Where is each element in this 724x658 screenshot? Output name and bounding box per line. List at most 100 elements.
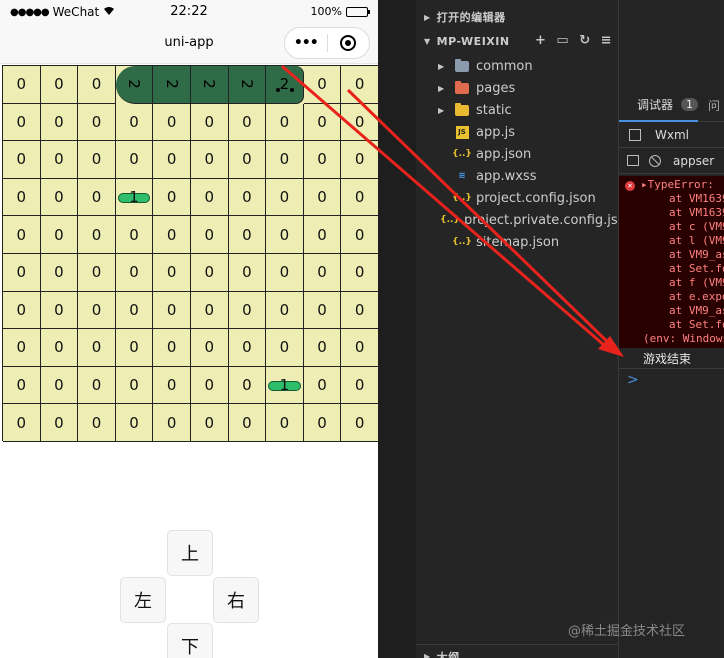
cell-value: 0 [354,75,365,94]
sidebar-toggle-icon[interactable] [627,155,639,166]
grid-cell: 0 [341,141,378,179]
expanded-arrow-icon: ▼ [424,36,431,46]
cell-value: 0 [279,225,290,244]
error-title[interactable]: ▸TypeError: [641,178,714,191]
cell-value: 0 [317,188,327,207]
grid-cell: 0 [266,291,304,330]
file-item-static[interactable]: ▶ static [416,99,618,121]
file-item-common[interactable]: ▶ common [416,55,618,77]
file-item-app-wxss[interactable]: ≋ app.wxss [416,165,618,187]
open-editors-header[interactable]: ▶ 打开的编辑器 [416,5,618,29]
error-line: at c (VM9 [669,220,724,233]
grid-cell: 0 [341,66,378,104]
cell-value: 0 [91,300,102,319]
status-right: 100% [311,5,370,18]
json-file-icon: {..} [452,193,472,203]
down-button[interactable]: 下 [167,623,213,658]
tab-issues[interactable]: 问 [708,97,720,114]
collapse-all-icon[interactable]: ≡ [601,33,612,48]
debugger-panel: 调试器 1 问 Wxml appser × ▸TypeError: at VM163… [618,0,724,658]
grid-cell: 0 [115,253,154,292]
tab-debugger[interactable]: 调试器 1 [619,90,699,122]
cell-value: 0 [279,338,290,357]
console-prompt[interactable]: > [627,372,639,388]
cell-value: 0 [354,188,365,207]
grid-cell: 0 [115,404,154,442]
file-item-sitemap-json[interactable]: {..} sitemap.json [416,231,618,253]
cell-value: 0 [204,150,215,169]
snake-cell: 2 [228,66,267,104]
grid-cell: 0 [153,366,191,405]
collapsed-arrow-icon: ▶ [438,83,445,93]
grid-cell: 0 [153,253,191,292]
status-bar: ●●●●● WeChat 22:22 100% [0,0,378,24]
grid-cell: 0 [341,216,378,254]
grid-cell: 0 [78,141,116,179]
up-button[interactable]: 上 [167,530,213,576]
grid-cell: 0 [3,329,41,367]
new-file-icon[interactable]: + [535,33,546,48]
error-line: at Set.fo [669,318,724,331]
json-file-icon: {..} [452,237,472,247]
grid-cell: 0 [40,216,79,254]
cell-value: 0 [354,150,365,169]
cell-value: 0 [129,338,139,357]
grid-cell: 0 [266,404,304,442]
more-button[interactable]: ••• [285,28,327,58]
cell-value: 0 [54,150,64,169]
snake-eye-icon [290,88,295,92]
tab-wxml[interactable]: Wxml [655,128,689,142]
new-folder-icon[interactable]: ▭ [556,33,569,48]
snake-cell: 2 [153,66,191,104]
food-cell: 1 [115,178,154,217]
grid-cell: 0 [341,404,378,442]
grid-cell: 0 [266,103,304,142]
cell-value: 0 [16,413,27,432]
cell-value: 0 [317,75,327,94]
close-button[interactable] [328,28,370,58]
file-item-app-json[interactable]: {..} app.json [416,143,618,165]
cell-value: 1 [129,188,139,207]
error-message: × ▸TypeError: at VM1639 at VM1639 at c (VM9 a… [619,176,724,348]
debugger-tabs: 调试器 1 问 [619,90,724,122]
inspect-icon[interactable] [629,128,641,141]
error-line: (env: Windows [643,332,724,345]
grid-cell: 0 [78,66,116,104]
cell-value: 0 [354,413,365,432]
cell-value: 0 [166,300,177,319]
cell-value: 0 [129,413,139,432]
grid-cell: 0 [190,141,229,179]
file-item-project-config-json[interactable]: {..} project.config.json [416,187,618,209]
cell-value: 0 [317,225,327,244]
context-selector[interactable]: appser [673,154,714,168]
file-item-project-private-config-js-[interactable]: {..} project.private.config.js... [416,209,618,231]
refresh-icon[interactable]: ↻ [579,33,590,48]
file-explorer: ▶ 打开的编辑器 ▼ MP-WEIXIN + ▭ ↻ ≡ ▶ common ▶ pag… [416,0,618,658]
js-file-icon: JS [454,125,470,139]
grid-cell: 0 [190,404,229,442]
collapsed-arrow-icon: ▶ [424,12,431,22]
cell-value: 0 [16,225,27,244]
cell-value: 0 [317,150,327,169]
file-item-pages[interactable]: ▶ pages [416,77,618,99]
cell-value: 0 [242,376,252,395]
project-header[interactable]: ▼ MP-WEIXIN + ▭ ↻ ≡ [416,29,618,53]
cell-value: 0 [16,150,27,169]
close-circle-icon [340,35,357,51]
cell-value: 0 [204,188,215,207]
outline-header[interactable]: ▶ 大纲 [416,644,618,658]
folder-shape [455,58,469,72]
error-line: at VM9_as [669,248,724,261]
left-button[interactable]: 左 [120,577,166,623]
grid-cell: 0 [303,216,342,254]
right-button[interactable]: 右 [213,577,259,623]
cell-value: 0 [129,263,139,282]
cell-value: 0 [317,300,327,319]
file-tree: ▶ common ▶ pages ▶ static JS app.js {..} app.json… [416,55,618,253]
cell-value: 0 [54,112,64,131]
file-name: project.private.config.js... [464,212,618,228]
grid-cell: 0 [78,329,116,367]
clear-console-icon[interactable] [649,154,661,167]
grid-cell: 0 [3,141,41,179]
file-item-app-js[interactable]: JS app.js [416,121,618,143]
